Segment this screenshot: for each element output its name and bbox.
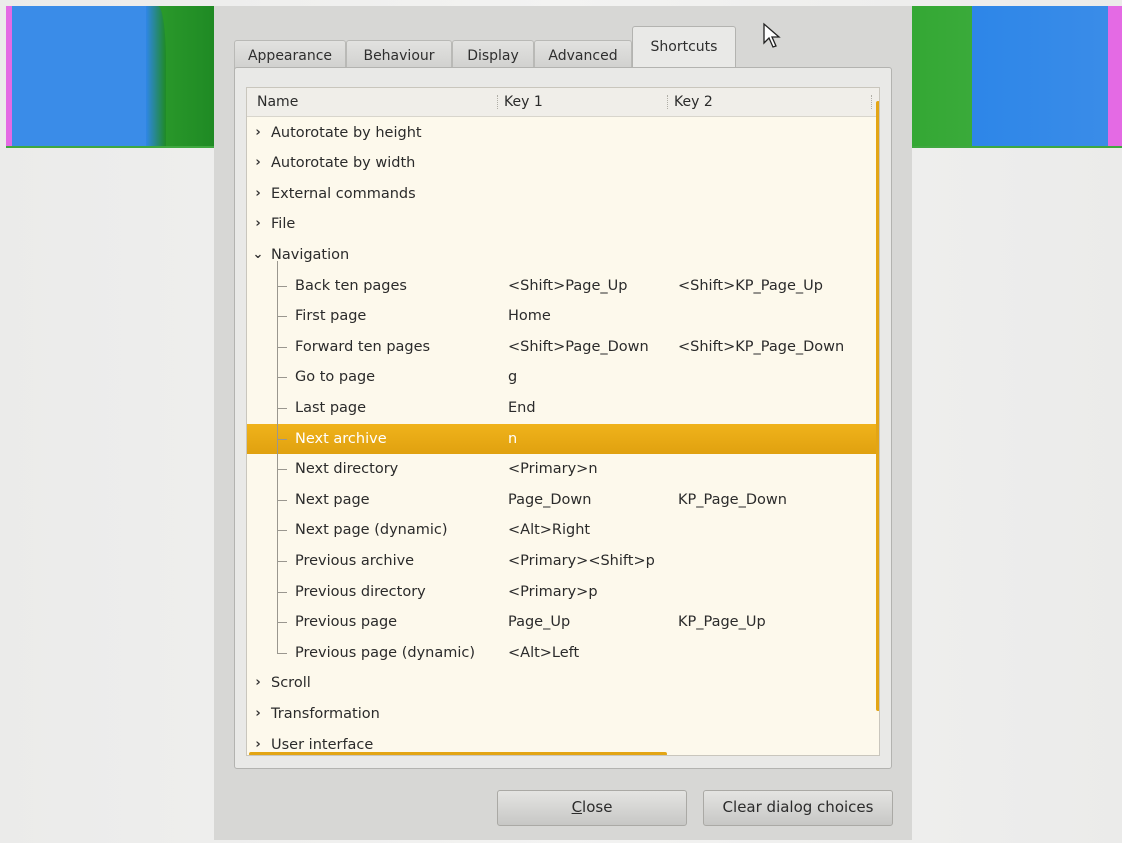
preferences-dialog: Appearance Behaviour Display Advanced Sh… <box>214 6 912 840</box>
tree-shortcut-row[interactable]: Previous page Page_Up KP_Page_Up <box>247 607 879 637</box>
row-key1[interactable]: <Shift>Page_Down <box>508 332 649 362</box>
tree-shortcut-row[interactable]: Forward ten pages <Shift>Page_Down <Shift>… <box>247 332 879 362</box>
tree-group-row[interactable]: › File <box>247 209 879 239</box>
shortcuts-tree[interactable]: Name Key 1 Key 2 › Autorotate by height › A… <box>246 87 880 756</box>
row-name: Go to page <box>295 369 376 386</box>
page-thumbnail-left <box>6 6 214 148</box>
tree-connector <box>277 591 287 593</box>
tree-shortcut-row[interactable]: Next archive n <box>247 423 879 454</box>
tree-connector <box>277 377 287 379</box>
row-key1[interactable]: End <box>508 393 536 423</box>
row-name: Transformation <box>271 705 380 722</box>
mouse-pointer-icon <box>763 22 781 48</box>
tree-connector <box>277 530 287 532</box>
shortcuts-panel: Name Key 1 Key 2 › Autorotate by height › A… <box>234 67 892 769</box>
tree-connector <box>277 285 287 287</box>
row-name: Back ten pages <box>295 277 407 294</box>
expander-collapsed-icon[interactable]: › <box>251 148 265 178</box>
row-name: Next page (dynamic) <box>295 522 448 539</box>
tree-shortcut-row[interactable]: Next directory <Primary>n <box>247 454 879 484</box>
page-thumbnail-right <box>912 6 1122 148</box>
tree-shortcut-row[interactable]: Next page (dynamic) <Alt>Right <box>247 515 879 545</box>
row-name: Scroll <box>271 675 311 692</box>
horizontal-scrollbar[interactable] <box>249 752 667 755</box>
tree-connector <box>277 438 287 440</box>
tree-connector <box>277 469 287 471</box>
row-name: File <box>271 216 296 233</box>
tab-shortcuts[interactable]: Shortcuts <box>632 26 736 71</box>
row-name: Last page <box>295 399 367 416</box>
tree-guide-line <box>277 260 278 653</box>
tree-shortcut-row[interactable]: Previous page (dynamic) <Alt>Left <box>247 638 879 668</box>
expander-collapsed-icon[interactable]: › <box>251 699 265 729</box>
row-key2[interactable]: KP_Page_Down <box>678 485 787 515</box>
expander-collapsed-icon[interactable]: › <box>251 209 265 239</box>
tree-shortcut-row[interactable]: Go to page g <box>247 362 879 392</box>
expander-collapsed-icon[interactable]: › <box>251 668 265 698</box>
tree-group-row[interactable]: ⌄ Navigation <box>247 240 879 270</box>
row-key2[interactable]: <Shift>KP_Page_Down <box>678 332 844 362</box>
row-key1[interactable]: Page_Down <box>508 485 591 515</box>
tree-shortcut-row[interactable]: Previous archive <Primary><Shift>p <box>247 546 879 576</box>
row-key1[interactable]: <Primary>p <box>508 577 598 607</box>
tree-shortcut-row[interactable]: Back ten pages <Shift>Page_Up <Shift>KP_Pa… <box>247 271 879 301</box>
tree-connector <box>277 622 287 624</box>
tree-connector <box>277 499 287 501</box>
row-key1[interactable]: <Shift>Page_Up <box>508 271 627 301</box>
row-name: Autorotate by height <box>271 124 422 141</box>
tree-shortcut-row[interactable]: Last page End <box>247 393 879 423</box>
tree-connector <box>277 346 287 348</box>
row-name: Next directory <box>295 461 399 478</box>
tree-group-row[interactable]: › External commands <box>247 179 879 209</box>
tree-connector <box>277 560 287 562</box>
tree-header: Name Key 1 Key 2 <box>247 88 879 117</box>
tree-connector <box>277 407 287 409</box>
row-name: Autorotate by width <box>271 155 416 172</box>
expander-collapsed-icon[interactable]: › <box>251 179 265 209</box>
tree-shortcut-row[interactable]: Next page Page_Down KP_Page_Down <box>247 485 879 515</box>
tree-connector <box>277 652 287 654</box>
column-header-key2[interactable]: Key 2 <box>674 88 713 116</box>
row-key1[interactable]: <Primary>n <box>508 454 598 484</box>
expander-collapsed-icon[interactable]: › <box>251 118 265 148</box>
row-name: Next page <box>295 491 370 508</box>
column-header-key1[interactable]: Key 1 <box>504 88 543 116</box>
row-name: Navigation <box>271 246 350 263</box>
row-name: External commands <box>271 185 416 202</box>
row-name: Previous page <box>295 614 398 631</box>
tree-group-row[interactable]: › Autorotate by height <box>247 118 879 148</box>
row-key1[interactable]: Home <box>508 301 551 331</box>
column-separator <box>497 95 499 109</box>
row-key1[interactable]: <Primary><Shift>p <box>508 546 655 576</box>
tree-shortcut-row[interactable]: Previous directory <Primary>p <box>247 577 879 607</box>
row-key1[interactable]: <Alt>Left <box>508 638 579 668</box>
row-key1[interactable]: g <box>508 362 517 392</box>
tree-group-row[interactable]: › Autorotate by width <box>247 148 879 178</box>
row-name: First page <box>295 308 367 325</box>
column-separator <box>667 95 669 109</box>
row-key2[interactable]: KP_Page_Up <box>678 607 766 637</box>
tree-group-row[interactable]: › Scroll <box>247 668 879 698</box>
tree-group-row[interactable]: › Transformation <box>247 699 879 729</box>
tree-connector <box>277 316 287 318</box>
row-key2[interactable]: <Shift>KP_Page_Up <box>678 271 823 301</box>
close-button[interactable]: Close <box>497 790 687 826</box>
row-name: Previous archive <box>295 552 415 569</box>
clear-dialog-choices-button[interactable]: Clear dialog choices <box>703 790 893 826</box>
row-key1[interactable]: Page_Up <box>508 607 570 637</box>
column-separator <box>871 95 873 109</box>
expander-expanded-icon[interactable]: ⌄ <box>251 240 265 270</box>
vertical-scrollbar[interactable] <box>876 101 879 711</box>
row-key1[interactable]: n <box>508 424 517 454</box>
tree-shortcut-row[interactable]: First page Home <box>247 301 879 331</box>
row-name: Forward ten pages <box>295 338 431 355</box>
row-name: Previous directory <box>295 583 426 600</box>
row-name: Previous page (dynamic) <box>295 644 476 661</box>
row-name: Next archive <box>295 430 387 447</box>
row-key1[interactable]: <Alt>Right <box>508 515 590 545</box>
column-header-name[interactable]: Name <box>257 88 298 116</box>
